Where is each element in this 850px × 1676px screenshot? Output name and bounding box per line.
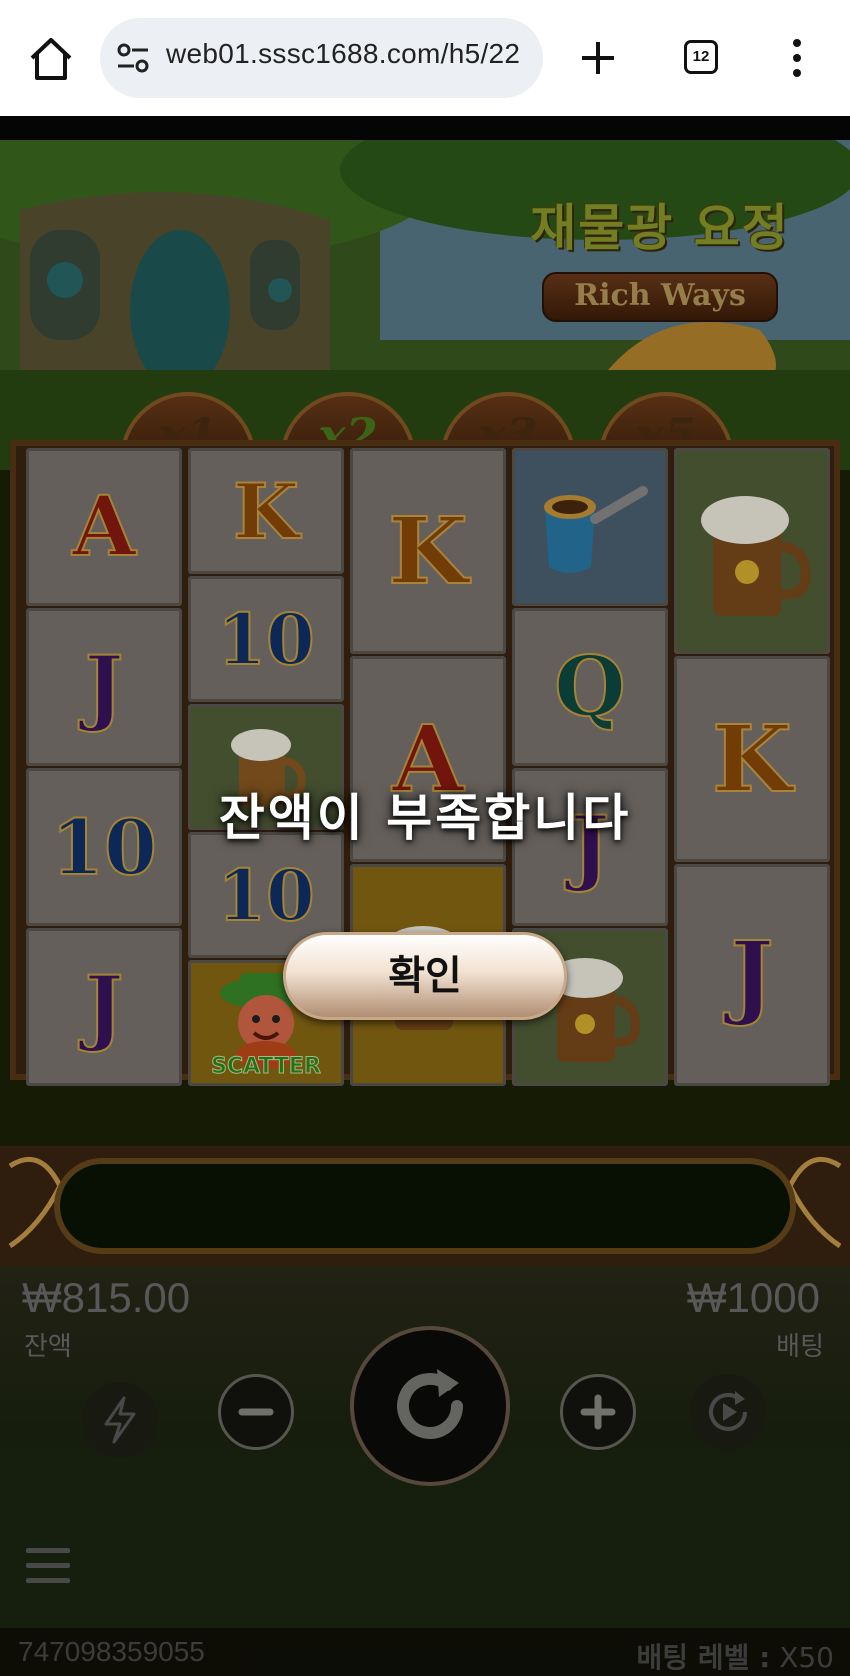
- new-tab-icon[interactable]: [578, 38, 618, 78]
- site-settings-icon[interactable]: [116, 42, 150, 74]
- home-icon[interactable]: [26, 36, 76, 82]
- more-menu-icon[interactable]: [792, 38, 802, 78]
- tab-switcher-button[interactable]: 12: [684, 40, 718, 74]
- url-text: web01.sssc1688.com/h5/22: [166, 38, 521, 69]
- address-bar[interactable]: web01.sssc1688.com/h5/22: [100, 18, 543, 98]
- confirm-button[interactable]: 확인: [283, 932, 567, 1020]
- status-divider: [0, 116, 850, 140]
- browser-toolbar: web01.sssc1688.com/h5/22 12: [0, 0, 850, 116]
- modal-backdrop: [0, 140, 850, 1676]
- insufficient-balance-message: 잔액이 부족합니다: [218, 789, 632, 847]
